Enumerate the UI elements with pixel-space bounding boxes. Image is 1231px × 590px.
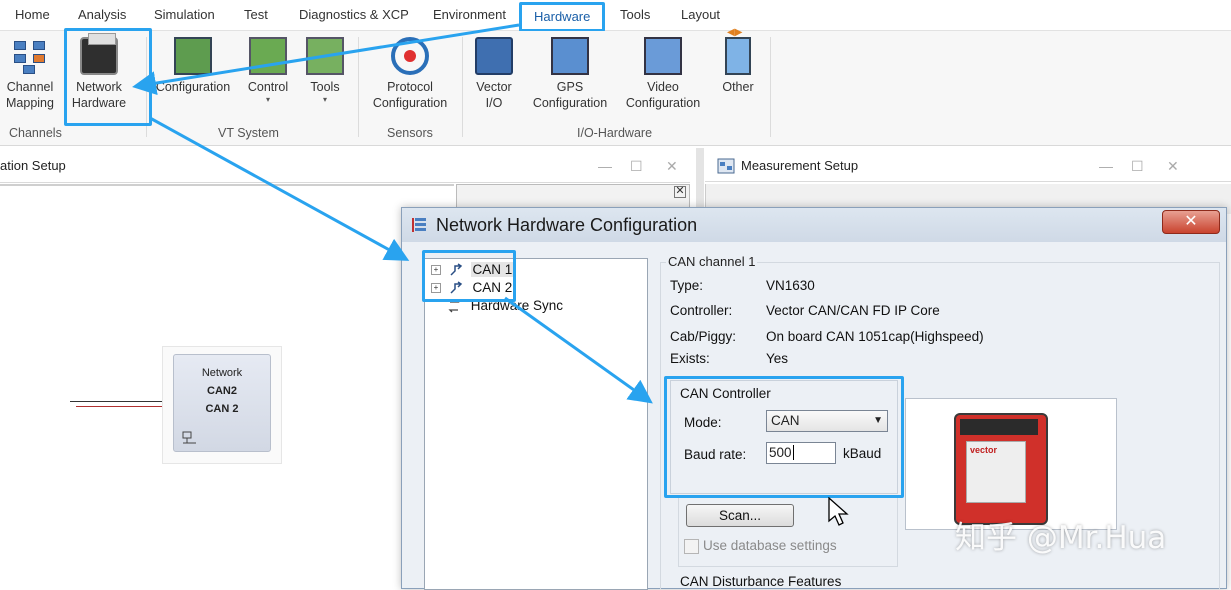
annotation-arrows bbox=[132, 23, 653, 404]
watermark-text: 知乎 @Mr.Hua bbox=[955, 520, 1167, 556]
mouse-cursor-icon bbox=[828, 497, 849, 526]
network-hardware-highlight-box bbox=[64, 28, 152, 126]
